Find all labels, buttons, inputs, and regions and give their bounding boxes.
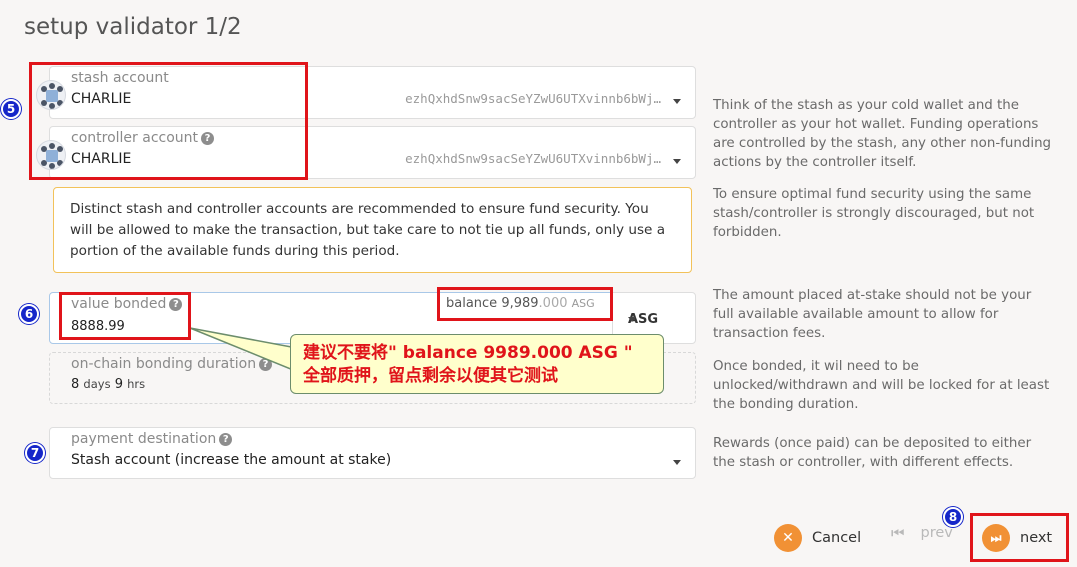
highlight-next-button [970,513,1069,562]
prev-button[interactable]: ⏮ prev [891,524,953,542]
help-bonded: Once bonded, it wil need to be unlocked/… [713,359,1050,412]
help-amount: The amount placed at-stake should not be… [713,288,1032,341]
highlight-value-bonded [59,292,191,340]
chevron-down-icon[interactable] [628,317,636,322]
payment-destination-value: Stash account (increase the amount at st… [71,452,392,468]
marker-6: 6 [19,304,39,324]
help-rewards: Rewards (once paid) can be deposited to … [713,436,1032,470]
page-title: setup validator 1/2 [24,14,242,40]
skip-back-icon: ⏮ [891,524,905,542]
highlight-accounts [29,62,308,180]
chevron-down-icon[interactable] [673,159,681,164]
marker-7: 7 [25,443,45,463]
help-accounts: Think of the stash as your cold wallet a… [713,98,1052,170]
controller-address: ezhQxhdSnw9sacSeYZwU6UTXvinnb6bWj… [405,151,661,166]
chevron-down-icon[interactable] [673,460,681,465]
security-notice: Distinct stash and controller accounts a… [53,187,692,273]
highlight-balance [437,287,613,321]
stash-address: ezhQxhdSnw9sacSeYZwU6UTXvinnb6bWj… [405,91,661,106]
chevron-down-icon[interactable] [673,99,681,104]
annotation-callout: 建议不要将" balance 9989.000 ASG " 全部质押，留点剩余以… [290,334,664,394]
payment-destination-select[interactable]: payment destination? Stash account (incr… [49,427,696,479]
marker-8: 8 [943,507,963,527]
bonding-duration-value: 8 days 9 hrs [71,377,146,392]
help-icon[interactable]: ? [219,433,233,446]
help-icon[interactable]: ? [259,358,273,371]
marker-5: 5 [1,99,21,119]
cancel-button[interactable]: ✕ Cancel [774,524,861,552]
payment-destination-label: payment destination? [71,431,233,447]
bonding-duration-label: on-chain bonding duration? [71,356,273,372]
close-icon: ✕ [774,524,802,552]
help-security: To ensure optimal fund security using th… [713,187,1035,240]
